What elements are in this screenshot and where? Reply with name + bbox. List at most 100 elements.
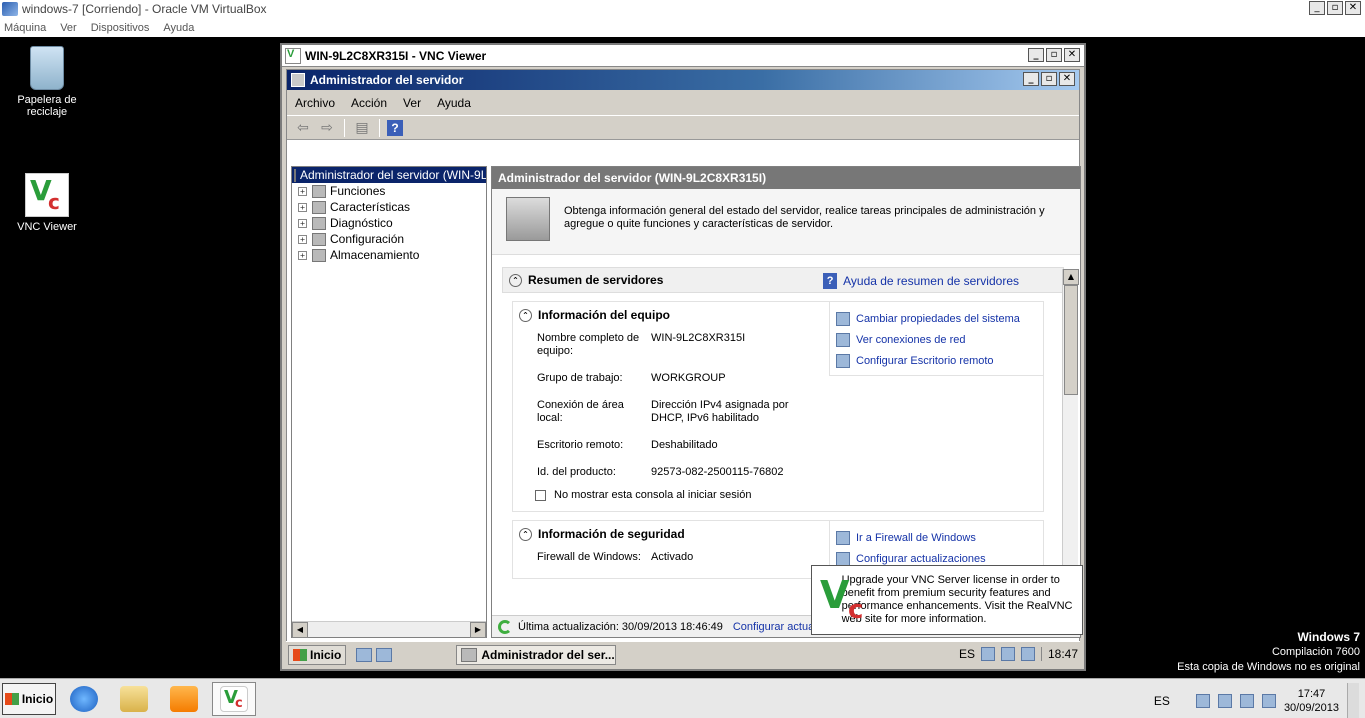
action-center-icon[interactable] [1217, 694, 1232, 708]
help-icon[interactable]: ? [387, 119, 403, 136]
menu-ver[interactable]: Ver [60, 22, 77, 34]
vnc-viewer-icon: V c [220, 685, 248, 712]
media-player-pin[interactable] [162, 682, 206, 716]
expand-icon[interactable]: + [298, 218, 307, 228]
scroll-up-icon[interactable]: ▲ [1063, 269, 1079, 285]
server-manager-icon [291, 73, 305, 87]
expand-icon[interactable]: + [298, 202, 307, 212]
network-icon[interactable] [1261, 694, 1276, 708]
vnc-minimize-button[interactable]: _ [1028, 48, 1044, 62]
host-clock[interactable]: 17:47 30/09/2013 [1284, 687, 1339, 715]
vnc-upgrade-popup[interactable]: V c Upgrade your VNC Server license in o… [811, 565, 1083, 635]
minimize-button[interactable]: _ [1309, 1, 1325, 15]
menu-dispositivos[interactable]: Dispositivos [91, 22, 150, 34]
vnc-close-button[interactable]: ✕ [1064, 48, 1080, 62]
features-icon [312, 200, 326, 214]
network-connections-icon [836, 332, 850, 347]
show-hidden-icons[interactable] [1195, 694, 1210, 708]
restore-button[interactable]: ▫ [1327, 1, 1343, 15]
task-label: Configurar actualizaciones [856, 552, 986, 565]
show-hide-tree-icon[interactable]: ▤ [352, 119, 372, 137]
refresh-icon[interactable] [498, 619, 512, 634]
menu-accion[interactable]: Acción [351, 96, 387, 110]
virtualbox-tray-icon[interactable] [980, 647, 995, 661]
tree-item-almacenamiento[interactable]: + Almacenamiento [292, 247, 486, 263]
collapse-icon[interactable]: ⌃ [509, 273, 522, 287]
taskbar-server-manager[interactable]: Administrador del ser... [456, 644, 617, 665]
show-desktop-quicklaunch-icon[interactable] [376, 647, 393, 662]
quick-launch [356, 647, 393, 662]
property-key: Id. del producto: [537, 466, 616, 478]
volume-icon[interactable] [1239, 694, 1254, 708]
property-value: Activado [651, 551, 694, 563]
scroll-left-icon[interactable]: ◀ [292, 622, 308, 638]
remote-clock[interactable]: 18:47 [1040, 647, 1078, 661]
internet-explorer-pin[interactable] [62, 682, 106, 716]
expand-icon[interactable]: + [298, 250, 307, 260]
explorer-pin[interactable] [112, 682, 156, 716]
no-show-console-option[interactable]: No mostrar esta consola al iniciar sesió… [513, 489, 1043, 501]
language-indicator[interactable]: ES [959, 647, 975, 661]
tree-item-label: Funciones [330, 184, 386, 198]
vnc-viewer-pin[interactable]: V c [212, 681, 256, 716]
expand-icon[interactable]: + [298, 186, 307, 196]
recycle-bin-shortcut[interactable]: Papelera de reciclaje [2, 46, 92, 118]
server-icon [294, 168, 296, 182]
folder-icon [120, 685, 148, 712]
no-show-console-checkbox[interactable] [535, 489, 546, 501]
vnc-upgrade-message: Upgrade your VNC Server license in order… [841, 574, 1073, 625]
navigation-tree: Administrador del servidor (WIN-9L + Fun… [291, 166, 487, 638]
tree-item-caracteristicas[interactable]: + Características [292, 199, 486, 215]
back-arrow-icon[interactable]: ⇦ [293, 119, 313, 137]
remote-taskbar: Inicio Administrador del ser... ES 18:47 [286, 641, 1080, 667]
system-properties-icon [836, 311, 850, 326]
scroll-thumb[interactable] [1064, 285, 1078, 395]
tree-item-configuracion[interactable]: + Configuración [292, 231, 486, 247]
tree-horizontal-scrollbar[interactable]: ◀ ▶ [292, 621, 486, 638]
forward-arrow-icon[interactable]: ⇨ [317, 119, 337, 137]
watermark-os: Windows 7 [1297, 630, 1360, 644]
host-system-tray: ES 17:47 30/09/2013 [1154, 683, 1359, 718]
task-view-network-connections[interactable]: Ver conexiones de red [836, 329, 1043, 350]
task-go-to-firewall[interactable]: Ir a Firewall de Windows [836, 527, 1043, 548]
close-button[interactable]: ✕ [1345, 1, 1361, 15]
vnc-viewer-shortcut[interactable]: V c VNC Viewer [2, 173, 92, 233]
host-language-indicator[interactable]: ES [1154, 694, 1170, 708]
sm-minimize-button[interactable]: _ [1023, 72, 1039, 86]
menu-ayuda-sm[interactable]: Ayuda [437, 96, 471, 110]
show-desktop-button[interactable] [1347, 683, 1359, 718]
tree-item-root[interactable]: Administrador del servidor (WIN-9L [292, 167, 486, 183]
virtualbox-title: windows-7 [Corriendo] - Oracle VM Virtua… [22, 2, 267, 16]
vnc-maximize-button[interactable]: ▫ [1046, 48, 1062, 62]
tree-item-funciones[interactable]: + Funciones [292, 183, 486, 199]
menu-ver-sm[interactable]: Ver [403, 96, 421, 110]
toolbar-separator [344, 118, 345, 137]
tree-item-diagnostico[interactable]: + Diagnóstico [292, 215, 486, 231]
remote-start-label: Inicio [310, 647, 342, 662]
diagnostics-icon [312, 216, 326, 230]
task-configure-remote-desktop[interactable]: Configurar Escritorio remoto [836, 350, 1043, 371]
network-tray-icon[interactable] [1020, 647, 1035, 661]
virtualbox-icon [2, 2, 18, 16]
menu-maquina[interactable]: Máquina [4, 22, 46, 34]
server-toolbox-icon [506, 197, 550, 241]
sm-maximize-button[interactable]: ▫ [1041, 72, 1057, 86]
summary-help-link[interactable]: ? Ayuda de resumen de servidores [823, 273, 1019, 289]
remote-start-button[interactable]: Inicio [288, 644, 347, 665]
sm-close-button[interactable]: ✕ [1059, 72, 1075, 86]
menu-archivo[interactable]: Archivo [295, 96, 335, 110]
host-taskbar: Inicio V c ES 17:47 30/09/2013 [0, 678, 1365, 718]
expand-icon[interactable]: + [298, 234, 307, 244]
collapse-icon[interactable]: ⌃ [519, 527, 532, 541]
collapse-icon[interactable]: ⌃ [519, 308, 532, 322]
remote-desktop-icon [836, 353, 850, 368]
host-start-button[interactable]: Inicio [2, 682, 56, 715]
server-manager-quicklaunch-icon[interactable] [356, 647, 373, 662]
vnc-tray-icon[interactable] [1000, 647, 1015, 661]
scroll-right-icon[interactable]: ▶ [470, 622, 486, 638]
host-time: 17:47 [1297, 688, 1326, 700]
content-vertical-scrollbar[interactable]: ▲ [1062, 269, 1079, 605]
menu-ayuda[interactable]: Ayuda [163, 22, 194, 34]
task-change-system-properties[interactable]: Cambiar propiedades del sistema [836, 308, 1043, 329]
computer-tasks: Cambiar propiedades del sistema Ver cone… [829, 302, 1043, 376]
